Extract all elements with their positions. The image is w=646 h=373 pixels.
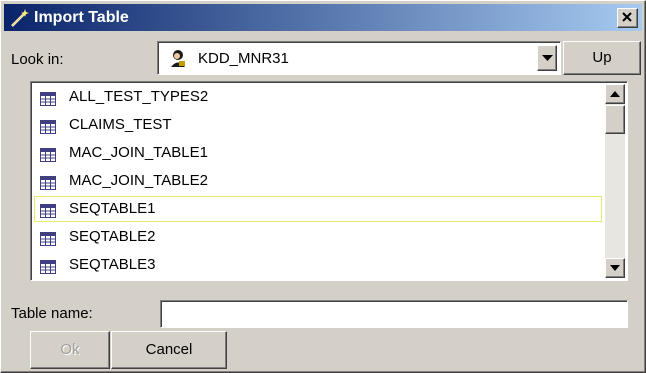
table-list-item[interactable]: SEQTABLE2 — [34, 224, 602, 250]
look-in-label: Look in: — [11, 51, 64, 68]
table-list-item-label: ALL_TEST_TYPES2 — [69, 88, 209, 105]
table-list-item[interactable]: CLAIMS_TEST — [34, 112, 602, 138]
close-button[interactable] — [617, 8, 638, 28]
table-list-item[interactable]: MAC_JOIN_TABLE2 — [34, 168, 602, 194]
table-list-item-label: CLAIMS_TEST — [69, 116, 172, 133]
arrow-up-icon — [610, 91, 620, 97]
scroll-thumb[interactable] — [605, 105, 625, 134]
table-list-item-label: MAC_JOIN_TABLE1 — [69, 144, 208, 161]
table-list-item-label: SEQTABLE1 — [69, 200, 156, 217]
vertical-scrollbar[interactable] — [605, 84, 625, 278]
ok-button[interactable]: Ok — [30, 331, 110, 369]
scroll-down-button[interactable] — [605, 258, 625, 278]
up-button[interactable]: Up — [563, 41, 641, 75]
table-list[interactable]: ALL_TEST_TYPES2 CLAIMS_TEST MAC_JOIN_TABLE… — [30, 81, 628, 281]
import-table-dialog: Import Table Look in: KDD_MNR31 Up ALL_T… — [0, 0, 646, 373]
table-list-item-label: SEQTABLE2 — [69, 228, 156, 245]
table-name-input[interactable] — [160, 300, 628, 328]
window-title: Import Table — [34, 9, 129, 26]
table-name-label: Table name: — [11, 305, 93, 322]
table-icon — [40, 118, 56, 134]
chevron-down-icon — [542, 55, 553, 61]
look-in-value: KDD_MNR31 — [198, 50, 289, 67]
table-icon — [40, 258, 56, 274]
cancel-button[interactable]: Cancel — [111, 331, 227, 369]
table-icon — [40, 230, 56, 246]
table-list-item-label: SEQTABLE3 — [69, 256, 156, 273]
table-list-item[interactable]: SEQTABLE1 — [34, 196, 602, 222]
look-in-dropdown[interactable]: KDD_MNR31 — [157, 41, 561, 75]
dropdown-button[interactable] — [537, 45, 557, 71]
table-icon — [40, 146, 56, 162]
table-icon — [40, 202, 56, 218]
title-bar[interactable]: Import Table — [4, 4, 642, 31]
wand-icon — [10, 8, 30, 28]
close-icon — [622, 12, 632, 22]
scroll-up-button[interactable] — [605, 84, 625, 104]
user-schema-icon — [168, 48, 188, 68]
arrow-down-icon — [610, 265, 620, 271]
table-icon — [40, 90, 56, 106]
table-list-item[interactable]: SEQTABLE3 — [34, 252, 602, 278]
table-list-item[interactable]: ALL_TEST_TYPES2 — [34, 84, 602, 110]
table-list-item-label: MAC_JOIN_TABLE2 — [69, 172, 208, 189]
table-list-item[interactable]: MAC_JOIN_TABLE1 — [34, 140, 602, 166]
table-icon — [40, 174, 56, 190]
